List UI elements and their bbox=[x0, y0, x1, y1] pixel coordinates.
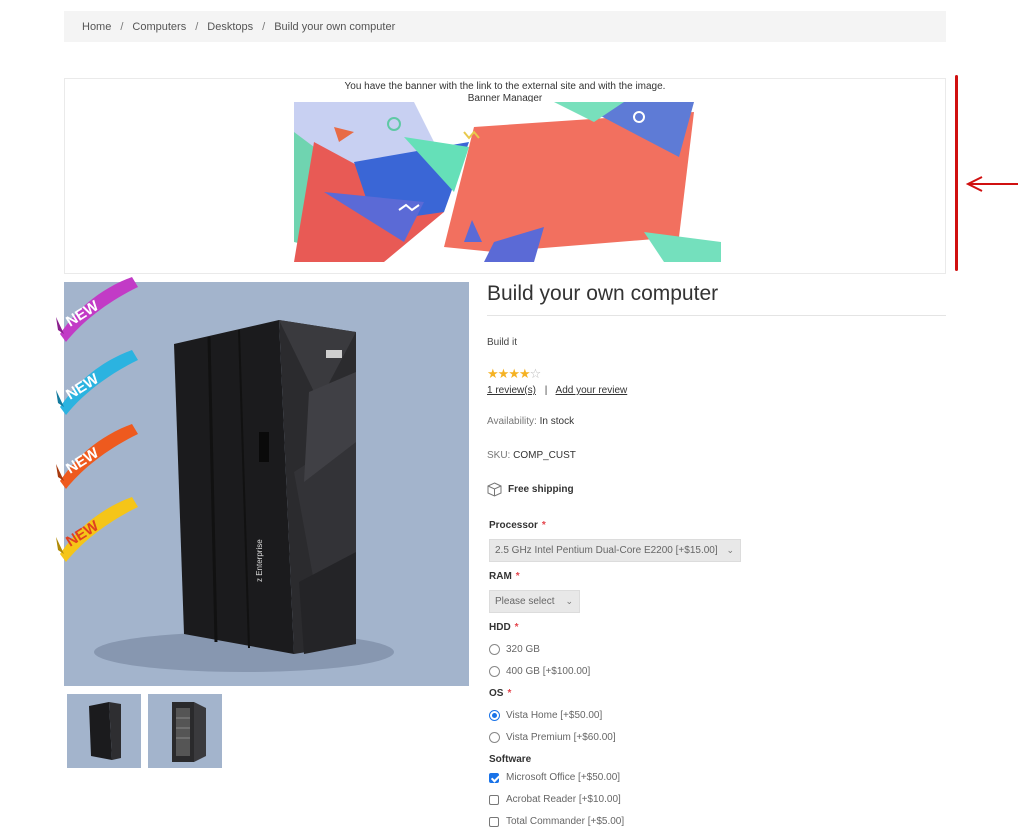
annotation-bracket bbox=[955, 75, 958, 271]
software-option-label: Microsoft Office [+$50.00] bbox=[506, 772, 621, 783]
thumbnail-2[interactable] bbox=[148, 694, 222, 768]
review-links: 1 review(s) | Add your review bbox=[487, 385, 627, 396]
breadcrumb: Home / Computers / Desktops / Build your… bbox=[64, 11, 946, 42]
arrow-left-icon bbox=[965, 176, 1018, 192]
hdd-option-label: 320 GB bbox=[506, 644, 540, 655]
new-ribbon: NEW bbox=[56, 497, 138, 562]
required-marker: * bbox=[507, 688, 512, 699]
thumbnail-1[interactable] bbox=[67, 694, 141, 768]
radio-button-checked[interactable] bbox=[489, 710, 500, 721]
breadcrumb-home[interactable]: Home bbox=[82, 21, 111, 33]
breadcrumb-separator: / bbox=[262, 20, 266, 33]
software-option-label: Acrobat Reader [+$10.00] bbox=[506, 794, 621, 805]
software-option-total-commander[interactable]: Total Commander [+$5.00] bbox=[489, 816, 624, 827]
breadcrumb-current: Build your own computer bbox=[274, 20, 396, 33]
star-filled-icon: ★ bbox=[518, 366, 531, 381]
sku: SKU: COMP_CUST bbox=[487, 450, 576, 461]
checkbox[interactable] bbox=[489, 794, 499, 805]
star-empty-icon: ☆ bbox=[529, 366, 542, 381]
short-description: Build it bbox=[487, 337, 518, 348]
os-option-vista-premium[interactable]: Vista Premium [+$60.00] bbox=[489, 732, 616, 743]
required-marker: * bbox=[514, 622, 519, 633]
box-icon bbox=[487, 482, 502, 497]
banner-message: You have the banner with the link to the… bbox=[344, 81, 666, 92]
breadcrumb-separator: / bbox=[120, 20, 124, 33]
software-option-acrobat-reader[interactable]: Acrobat Reader [+$10.00] bbox=[489, 794, 621, 805]
chevron-down-icon: ⌄ bbox=[726, 545, 734, 555]
star-filled-icon: ★ bbox=[497, 366, 510, 381]
software-label: Software bbox=[489, 754, 531, 765]
reviews-link[interactable]: 1 review(s) bbox=[487, 385, 536, 396]
breadcrumb-separator: / bbox=[195, 20, 199, 33]
os-label-text: OS bbox=[489, 688, 504, 699]
processor-label: Processor * bbox=[489, 520, 546, 531]
svg-text:z Enterprise: z Enterprise bbox=[255, 539, 264, 582]
radio-button[interactable] bbox=[489, 732, 500, 743]
star-filled-icon: ★ bbox=[487, 366, 499, 381]
hdd-label-text: HDD bbox=[489, 622, 511, 633]
os-option-vista-home[interactable]: Vista Home [+$50.00] bbox=[489, 710, 602, 721]
title-divider bbox=[487, 315, 946, 316]
hdd-label: HDD * bbox=[489, 622, 519, 633]
os-option-label: Vista Home [+$50.00] bbox=[506, 710, 603, 721]
radio-button[interactable] bbox=[489, 666, 500, 677]
review-separator: | bbox=[544, 385, 548, 396]
processor-selected-value: 2.5 GHz Intel Pentium Dual-Core E2200 [+… bbox=[495, 545, 718, 556]
hdd-option-label: 400 GB [+$100.00] bbox=[506, 666, 591, 677]
os-label: OS * bbox=[489, 688, 511, 699]
software-option-microsoft-office[interactable]: Microsoft Office [+$50.00] bbox=[489, 772, 620, 783]
ram-label-text: RAM bbox=[489, 571, 512, 582]
ram-selected-value: Please select bbox=[495, 596, 555, 607]
rating-stars: ★★★★☆ bbox=[487, 366, 542, 382]
software-option-label: Total Commander [+$5.00] bbox=[506, 816, 625, 827]
availability-label: Availability: bbox=[487, 416, 537, 427]
server-thumbnail-image bbox=[89, 702, 121, 760]
product-title: Build your own computer bbox=[487, 282, 719, 305]
required-marker: * bbox=[515, 571, 520, 582]
required-marker: * bbox=[541, 520, 546, 531]
checkbox-checked[interactable] bbox=[489, 772, 499, 783]
new-ribbon: NEW bbox=[56, 277, 138, 342]
software-label-text: Software bbox=[489, 754, 532, 765]
os-option-label: Vista Premium [+$60.00] bbox=[506, 732, 616, 743]
availability: Availability: In stock bbox=[487, 416, 574, 427]
hdd-option-320gb[interactable]: 320 GB bbox=[489, 644, 540, 655]
ram-label: RAM * bbox=[489, 571, 520, 582]
sku-label: SKU: bbox=[487, 450, 511, 461]
new-ribbon: NEW bbox=[56, 350, 138, 415]
banner: You have the banner with the link to the… bbox=[64, 78, 946, 274]
breadcrumb-computers[interactable]: Computers bbox=[132, 21, 186, 33]
ram-select[interactable]: Please select ⌄ bbox=[489, 590, 580, 613]
new-ribbon: NEW bbox=[56, 424, 138, 489]
sku-value: COMP_CUST bbox=[513, 450, 576, 461]
availability-value: In stock bbox=[539, 416, 575, 427]
chevron-down-icon: ⌄ bbox=[565, 596, 573, 606]
radio-button[interactable] bbox=[489, 644, 500, 655]
processor-label-text: Processor bbox=[489, 520, 538, 531]
breadcrumb-desktops[interactable]: Desktops bbox=[207, 21, 253, 33]
add-review-link[interactable]: Add your review bbox=[556, 385, 628, 396]
processor-select[interactable]: 2.5 GHz Intel Pentium Dual-Core E2200 [+… bbox=[489, 539, 741, 562]
checkbox[interactable] bbox=[489, 816, 499, 827]
free-shipping: Free shipping bbox=[487, 482, 574, 497]
star-filled-icon: ★ bbox=[508, 366, 520, 381]
server-open-thumbnail-image bbox=[172, 702, 206, 762]
free-shipping-label: Free shipping bbox=[508, 484, 574, 495]
hdd-option-400gb[interactable]: 400 GB [+$100.00] bbox=[489, 666, 590, 677]
banner-image[interactable] bbox=[294, 102, 721, 262]
